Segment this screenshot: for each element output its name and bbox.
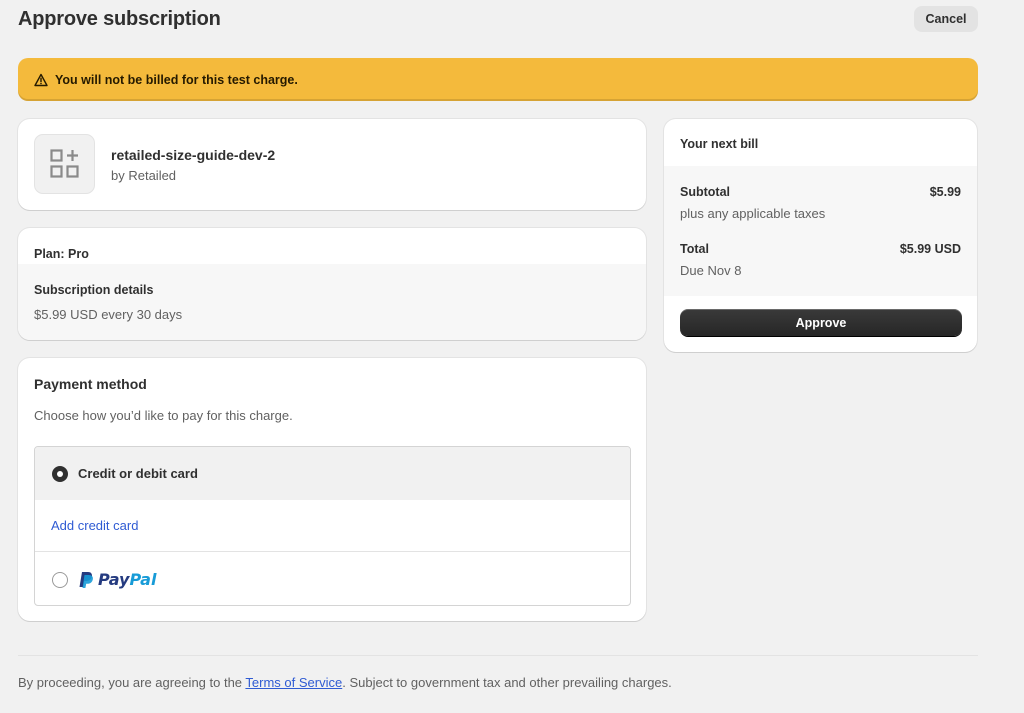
payment-option-card-label: Credit or debit card <box>78 466 198 481</box>
footer-divider <box>18 655 978 656</box>
footer-text-before: By proceeding, you are agreeing to the <box>18 675 246 690</box>
payment-method-description: Choose how you’d like to pay for this ch… <box>34 408 293 423</box>
test-charge-banner: You will not be billed for this test cha… <box>18 58 978 101</box>
plan-card: Plan: Pro Subscription details $5.99 USD… <box>18 228 646 340</box>
add-credit-card-link[interactable]: Add credit card <box>51 518 138 533</box>
subtotal-label: Subtotal <box>680 185 730 199</box>
terms-of-service-link[interactable]: Terms of Service <box>245 675 342 690</box>
approve-button[interactable]: Approve <box>680 309 962 336</box>
total-due-date: Due Nov 8 <box>680 263 742 278</box>
paypal-text-pay: Pay <box>98 570 130 589</box>
total-value: $5.99 USD <box>899 242 961 256</box>
cancel-button[interactable]: Cancel <box>914 6 978 32</box>
page-title: Approve subscription <box>18 8 221 30</box>
next-bill-card: Your next bill Subtotal $5.99 plus any a… <box>664 119 977 352</box>
app-name: retailed-size-guide-dev-2 <box>111 147 276 163</box>
total-label: Total <box>680 242 709 256</box>
apps-icon <box>34 134 95 194</box>
payment-options: Credit or debit card Add credit card Pay… <box>34 446 631 606</box>
warning-icon <box>34 73 48 87</box>
radio-selected-icon[interactable] <box>52 465 68 482</box>
payment-method-title: Payment method <box>34 376 147 392</box>
payment-option-card[interactable]: Credit or debit card <box>35 447 630 500</box>
app-card: retailed-size-guide-dev-2 by Retailed <box>18 119 646 210</box>
footer-text: By proceeding, you are agreeing to the T… <box>18 675 672 690</box>
subscription-details: Subscription details $5.99 USD every 30 … <box>18 264 646 340</box>
plan-label: Plan: Pro <box>34 247 89 261</box>
footer-text-after: . Subject to government tax and other pr… <box>342 675 672 690</box>
payment-method-card: Payment method Choose how you’d like to … <box>18 358 646 621</box>
paypal-icon <box>79 571 93 588</box>
radio-unselected-icon[interactable] <box>52 571 68 588</box>
next-bill-title: Your next bill <box>680 137 759 151</box>
add-credit-card-row: Add credit card <box>35 500 630 552</box>
subtotal-note: plus any applicable taxes <box>680 206 826 221</box>
payment-option-paypal[interactable]: Pay Pal <box>35 552 630 605</box>
bill-summary: Subtotal $5.99 plus any applicable taxes… <box>664 166 977 296</box>
app-developer: by Retailed <box>111 168 177 183</box>
banner-text: You will not be billed for this test cha… <box>55 72 298 87</box>
paypal-logo: Pay Pal <box>78 570 156 589</box>
subscription-details-value: $5.99 USD every 30 days <box>34 307 183 322</box>
subscription-details-title: Subscription details <box>34 283 154 297</box>
subtotal-value: $5.99 <box>929 185 961 199</box>
paypal-text-pal: Pal <box>129 570 157 589</box>
